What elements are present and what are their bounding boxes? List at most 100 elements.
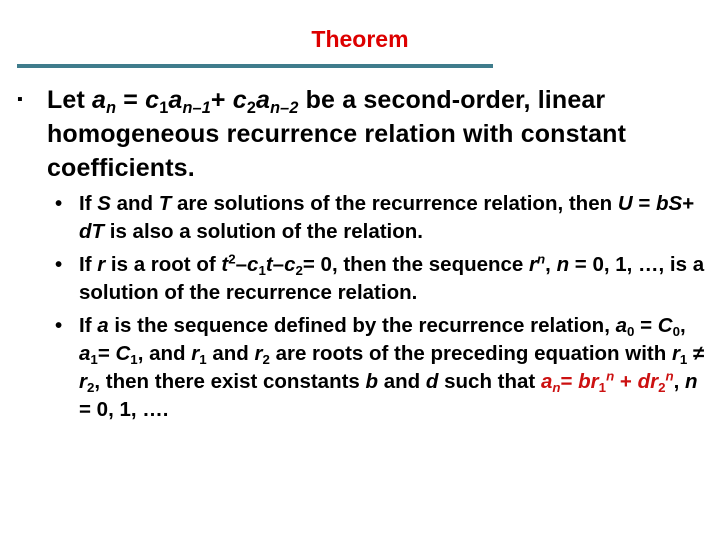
text-fragment: 1 [598,379,607,395]
text-fragment: and [378,370,426,393]
text-fragment: – [272,253,285,276]
text-fragment: S [668,192,683,215]
text-fragment: 1 [90,351,98,367]
sub-point-text: If a is the sequence defined by the recu… [79,312,715,424]
text-fragment: 0 [672,323,680,339]
text-fragment: a [615,314,627,337]
text-fragment: 2 [246,98,257,117]
text-fragment: are solutions of the recurrence relation… [171,192,618,215]
general-solution-formula: an= br1n + dr2n [540,369,674,395]
text-fragment: C [115,342,131,365]
slide-title: Theorem [311,26,409,52]
text-fragment: a [92,86,107,114]
text-fragment: 1 [258,262,266,278]
text-fragment: + [210,86,233,114]
sub-point-general-solution: • If a is the sequence defined by the re… [55,312,715,424]
text-fragment: n [556,253,570,276]
text-fragment: Let [47,86,93,114]
text-fragment: , and [137,342,192,365]
text-fragment: is a root of [105,253,222,276]
text-fragment: r [671,342,680,365]
text-fragment: = 0, 1, …. [79,398,169,421]
text-fragment: a [540,370,553,393]
text-fragment: n–2 [270,99,298,117]
text-fragment: 1 [130,351,138,367]
text-fragment: n [606,369,614,384]
text-fragment: a [168,86,183,114]
text-fragment: 2 [295,262,303,278]
text-fragment: r [97,253,106,276]
text-fragment: n [606,368,615,384]
text-fragment: is also a solution of the relation. [104,220,423,243]
text-fragment: 2 [262,351,270,367]
text-fragment: a [79,342,91,365]
text-fragment: + [614,370,638,393]
text-fragment: n [537,251,546,267]
text-fragment: = [97,342,116,365]
text-fragment: – [235,253,248,276]
text-fragment: c [247,253,259,276]
text-fragment: T [158,192,172,215]
round-bullet-icon: • [55,314,63,337]
text-fragment: n [665,368,674,384]
text-fragment: + [682,192,695,215]
text-fragment: = [634,314,658,337]
text-fragment: , [680,314,686,337]
sub-point-text: If r is a root of t2–c1t–c2= 0, then the… [79,251,715,307]
text-fragment: n [106,98,117,117]
text-fragment: ≠ [687,342,705,365]
text-fragment: r [79,370,87,393]
text-fragment: , [545,253,557,276]
text-fragment: = 0, then the sequence [302,253,530,276]
text-fragment: n–1 [182,99,210,117]
text-fragment: 2 [228,251,236,267]
text-fragment: such that [438,370,541,393]
text-fragment: = [116,86,146,114]
text-fragment: n–1 [182,98,211,117]
sub-point-root: • If r is a root of t2–c1t–c2= 0, then t… [55,251,715,307]
text-fragment: , then there exist constants [94,370,366,393]
text-fragment: = [560,370,579,393]
text-fragment: C [657,314,673,337]
text-fragment: a [256,86,271,114]
text-fragment: a [97,314,109,337]
text-fragment: d [79,220,92,243]
text-fragment: t [265,253,273,276]
text-fragment: c [145,86,160,114]
text-fragment: n [106,99,116,117]
round-bullet-icon: • [55,253,63,276]
text-fragment: and [206,342,255,365]
text-fragment: S [97,192,111,215]
sub-point-text: If S and T are solutions of the recurren… [79,190,715,246]
title-divider [17,64,493,68]
text-fragment: d [425,370,439,393]
text-fragment: n [537,252,545,267]
text-fragment: T [91,220,105,243]
text-fragment: n–2 [270,98,299,117]
text-fragment: n [665,369,673,384]
text-fragment: , [673,370,686,393]
text-fragment: If [79,253,98,276]
text-fragment: are roots of the preceding equation with [269,342,672,365]
round-bullet-icon: • [55,192,63,215]
text-fragment: c [232,86,247,114]
text-fragment: U [617,192,633,215]
text-fragment: is the sequence defined by the recurrenc… [108,314,616,337]
text-fragment: dr [637,370,659,393]
theorem-statement: ▪ Let an = c1an–1+ c2an–2 be a second-or… [17,83,707,185]
sub-point-linearity: • If S and T are solutions of the recurr… [55,190,715,246]
text-fragment: r [529,253,538,276]
text-fragment: c [284,253,296,276]
text-fragment: n [685,370,698,393]
text-fragment: = [632,192,657,215]
text-fragment: If [79,314,98,337]
text-fragment: b [656,192,669,215]
text-fragment: and [110,192,159,215]
theorem-statement-text: Let an = c1an–1+ c2an–2 be a second-orde… [47,83,707,185]
text-fragment: 1 [159,98,169,117]
text-fragment: b [365,370,379,393]
text-fragment: If [79,192,98,215]
square-bullet-icon: ▪ [17,91,23,108]
text-fragment: 1 [199,351,207,367]
text-fragment: br [578,370,599,393]
